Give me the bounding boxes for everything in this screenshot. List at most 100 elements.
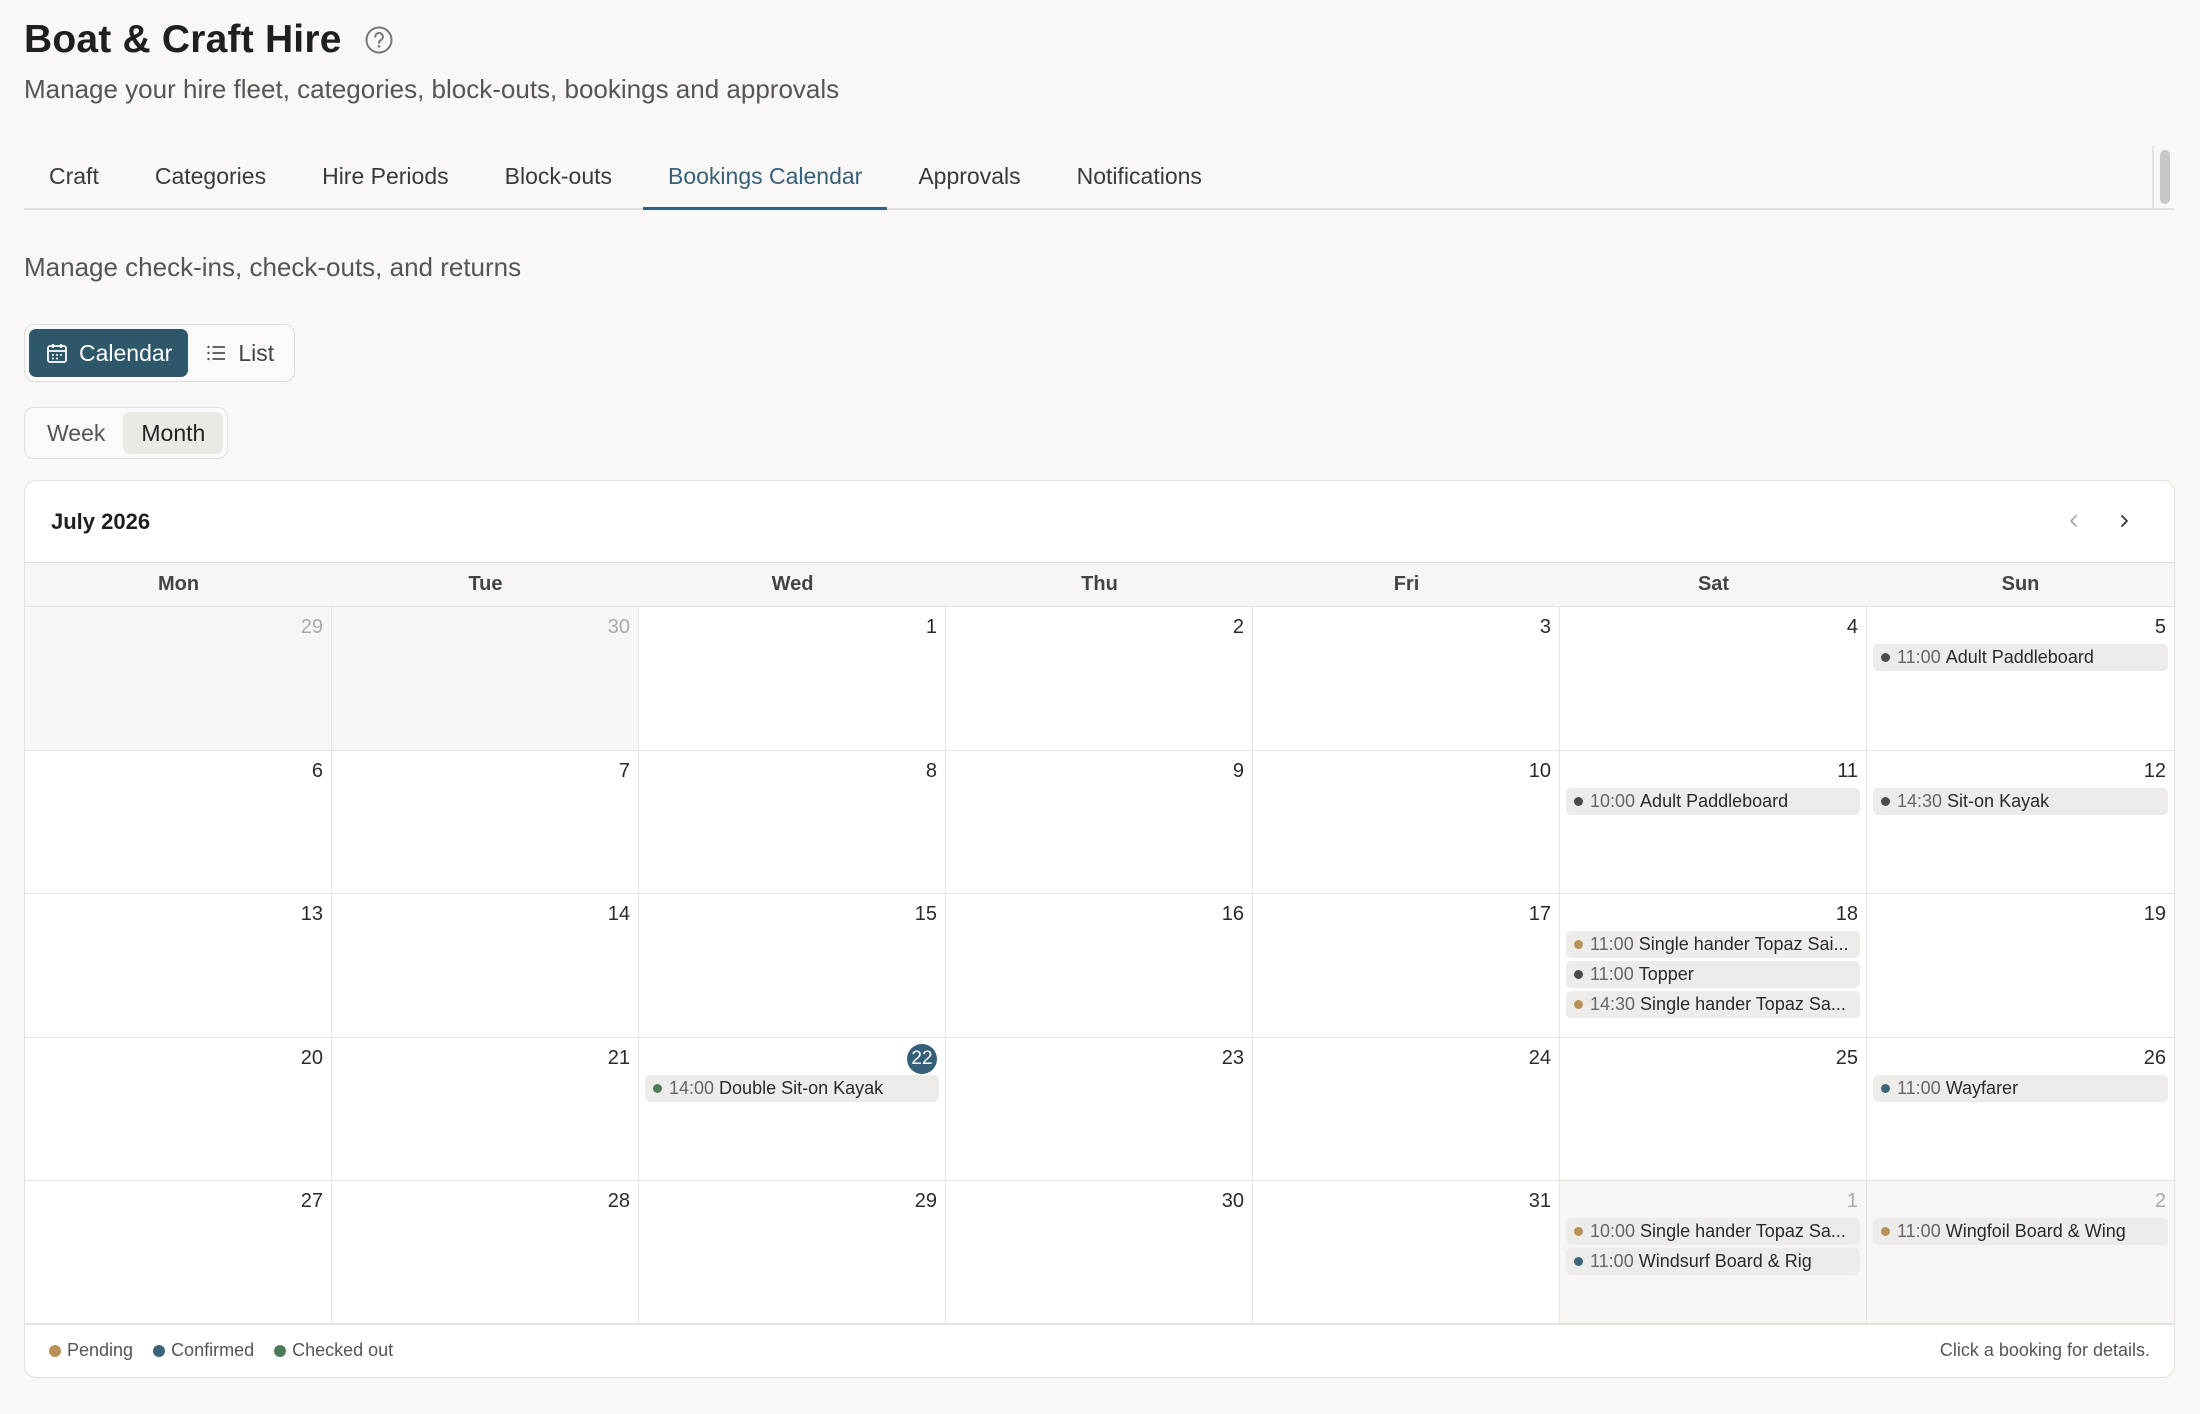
help-circle-icon[interactable] (364, 25, 394, 55)
booking-event[interactable]: 11:00 Topper (1566, 961, 1860, 988)
status-dot-icon (1574, 1227, 1583, 1236)
calendar-day-cell[interactable]: 22 14:00 Double Sit-on Kayak (639, 1037, 946, 1181)
calendar-day-cell[interactable]: 5 11:00 Adult Paddleboard (1867, 607, 2174, 751)
calendar-day-cell[interactable]: 4 (1560, 607, 1867, 751)
tab-notifications[interactable]: Notifications (1052, 146, 1227, 210)
day-number: 12 (2143, 759, 2166, 782)
booking-event[interactable]: 14:00 Double Sit-on Kayak (645, 1074, 939, 1102)
booking-title: Sit-on Kayak (1947, 790, 2050, 811)
calendar-day-cell[interactable]: 18 11:00 Single hander Topaz Sai... 11:00 To… (1560, 894, 1867, 1038)
month-range-button[interactable]: Month (123, 412, 224, 454)
calendar-day-cell[interactable]: 27 (25, 1181, 332, 1325)
calendar-day-cell[interactable]: 11 10:00 Adult Paddleboard (1560, 750, 1867, 894)
calendar-day-cell[interactable]: 7 (332, 750, 639, 894)
day-number: 29 (300, 616, 323, 638)
day-number: 31 (1528, 1190, 1551, 1212)
today-day-number: 22 (645, 1043, 939, 1074)
day-number: 15 (914, 903, 937, 925)
booking-event[interactable]: 11:00 Wayfarer (1873, 1074, 2168, 1102)
previous-month-button[interactable] (2054, 501, 2094, 541)
booking-time: 11:00 (1897, 1221, 1941, 1241)
calendar-day-cell[interactable]: 1 (639, 607, 946, 751)
day-number: 1 (1846, 1190, 1858, 1212)
status-dot-icon (1574, 970, 1583, 979)
day-number: 10 (1528, 759, 1551, 782)
booking-event[interactable]: 11:00 Windsurf Board & Rig (1566, 1248, 1860, 1275)
legend-pending: Pending (49, 1340, 133, 1361)
calendar-day-cell[interactable]: 29 (639, 1181, 946, 1325)
day-number: 16 (1221, 903, 1244, 925)
calendar-day-cell[interactable]: 13 (25, 894, 332, 1038)
day-number: 19 (2143, 903, 2166, 925)
tab-hire-periods[interactable]: Hire Periods (297, 146, 474, 210)
calendar-day-cell[interactable]: 30 (946, 1181, 1253, 1325)
tab-block-outs[interactable]: Block-outs (480, 146, 637, 210)
calendar-day-cell[interactable]: 9 (946, 750, 1253, 894)
booking-event[interactable]: 11:00 Wingfoil Board & Wing (1873, 1218, 2168, 1245)
calendar-icon (47, 344, 67, 363)
calendar-day-cell[interactable]: 21 (332, 1037, 639, 1181)
booking-event[interactable]: 14:30 Sit-on Kayak (1873, 787, 2168, 815)
booking-time: 11:00 (1590, 934, 1634, 954)
calendar-day-cell[interactable]: 28 (332, 1181, 639, 1325)
calendar-view-label: Calendar (79, 339, 173, 366)
tab-bookings-calendar[interactable]: Bookings Calendar (643, 146, 888, 210)
calendar-day-cell[interactable]: 26 11:00 Wayfarer (1867, 1037, 2174, 1181)
booking-title: Single hander Topaz Sa... (1640, 1221, 1846, 1241)
status-dot-icon (1574, 1000, 1583, 1009)
day-number: 5 (2154, 616, 2166, 638)
next-month-button[interactable] (2104, 501, 2144, 541)
tab-craft[interactable]: Craft (24, 146, 124, 210)
booking-event[interactable]: 11:00 Single hander Topaz Sai... (1566, 931, 1860, 958)
weekday-label: Sun (2001, 573, 2040, 595)
calendar-day-cell[interactable]: 3 (1253, 607, 1560, 751)
calendar-day-cell[interactable]: 24 (1253, 1037, 1560, 1181)
calendar-day-cell[interactable]: 25 (1560, 1037, 1867, 1181)
calendar-day-cell[interactable]: 14 (332, 894, 639, 1038)
calendar-day-cell[interactable]: 23 (946, 1037, 1253, 1181)
tab-scrollbar[interactable] (2152, 146, 2174, 210)
booking-time: 14:00 (669, 1077, 715, 1098)
calendar-day-cell[interactable]: 20 (25, 1037, 332, 1181)
calendar-day-cell[interactable]: 6 (25, 750, 332, 894)
tab-approvals[interactable]: Approvals (893, 146, 1045, 210)
week-range-button[interactable]: Week (29, 412, 123, 454)
checked-out-dot-icon (274, 1344, 287, 1357)
scrollbar-thumb[interactable] (2160, 150, 2170, 204)
calendar-day-cell[interactable]: 16 (946, 894, 1253, 1038)
booking-title: Adult Paddleboard (1945, 647, 2094, 667)
calendar-day-cell[interactable]: 1 10:00 Single hander Topaz Sa... 11:00 Wind… (1560, 1181, 1867, 1325)
booking-event[interactable]: 11:00 Adult Paddleboard (1873, 644, 2168, 671)
calendar-day-cell[interactable]: 2 11:00 Wingfoil Board & Wing (1867, 1181, 2174, 1325)
day-number: 1 (925, 616, 937, 638)
booking-title: Single hander Topaz Sai... (1638, 934, 1849, 954)
tab-categories[interactable]: Categories (130, 146, 291, 210)
booking-event[interactable]: 14:30 Single hander Topaz Sa... (1566, 991, 1860, 1018)
day-number: 18 (1835, 903, 1858, 925)
day-number: 26 (2143, 1046, 2166, 1069)
day-number: 13 (300, 903, 323, 925)
calendar-day-cell[interactable]: 29 (25, 607, 332, 751)
day-number: 4 (1846, 616, 1858, 638)
status-dot-icon (1881, 796, 1890, 806)
calendar-day-cell[interactable]: 17 (1253, 894, 1560, 1038)
calendar-day-cell[interactable]: 12 14:30 Sit-on Kayak (1867, 750, 2174, 894)
calendar-day-cell[interactable]: 8 (639, 750, 946, 894)
section-description: Manage check-ins, check-outs, and return… (24, 252, 522, 282)
page-title: Boat & Craft Hire (24, 18, 342, 61)
list-view-button[interactable]: List (188, 329, 290, 377)
calendar-day-cell[interactable]: 30 (332, 607, 639, 751)
calendar-day-cell[interactable]: 2 (946, 607, 1253, 751)
status-dot-icon (1574, 940, 1583, 949)
calendar-day-cell[interactable]: 15 (639, 894, 946, 1038)
calendar-day-cell[interactable]: 19 (1867, 894, 2174, 1038)
calendar-view-button[interactable]: Calendar (29, 329, 189, 377)
booking-time: 14:30 (1590, 994, 1636, 1014)
booking-event[interactable]: 10:00 Adult Paddleboard (1566, 787, 1860, 815)
booking-event[interactable]: 10:00 Single hander Topaz Sa... (1566, 1218, 1860, 1245)
weekday-header: Mon Tue Wed Thu Fri Sat Sun (25, 563, 2174, 607)
calendar-day-cell[interactable]: 10 (1253, 750, 1560, 894)
calendar-footer: Pending Confirmed Checked out Click a bo… (25, 1323, 2174, 1377)
legend-label: Checked out (292, 1340, 394, 1360)
calendar-day-cell[interactable]: 31 (1253, 1181, 1560, 1325)
